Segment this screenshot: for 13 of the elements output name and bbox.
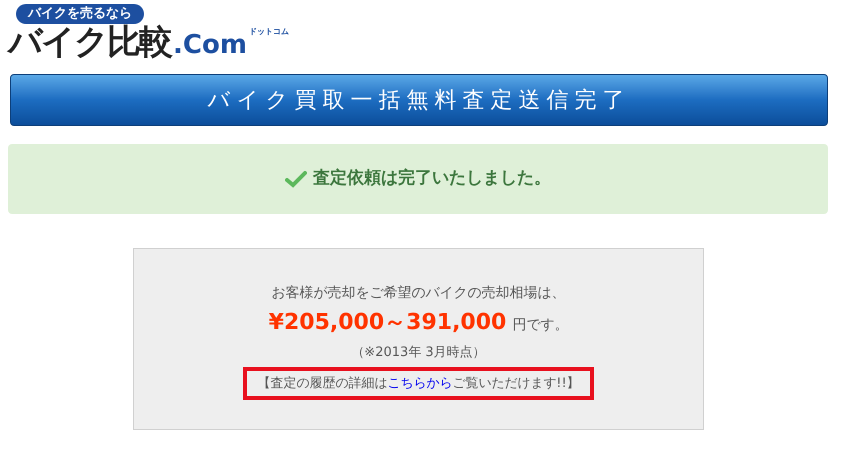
logo-reading: ドットコム <box>248 26 289 38</box>
logo-tagline: バイクを売るなら <box>16 4 144 24</box>
date-note: （※2013年 3月時点） <box>351 344 486 362</box>
history-text: 【査定の履歴の詳細はこちらから ご覧いただけます!!】 <box>243 366 594 400</box>
price-unit: 円です。 <box>512 316 568 335</box>
history-link[interactable]: こちらから <box>387 376 452 390</box>
logo-suffix: .Com <box>173 29 247 62</box>
price-range: ¥205,000～391,000 <box>268 309 506 337</box>
banner-title: バイク買取一括無料査定送信完了 <box>208 86 630 114</box>
check-icon <box>285 170 307 188</box>
intro-text: お客様が売却をご希望のバイクの売却相場は、 <box>272 284 566 303</box>
success-message: 査定依頼は完了いたしました。 <box>313 167 551 190</box>
logo-name: バイク比較 <box>8 22 171 62</box>
